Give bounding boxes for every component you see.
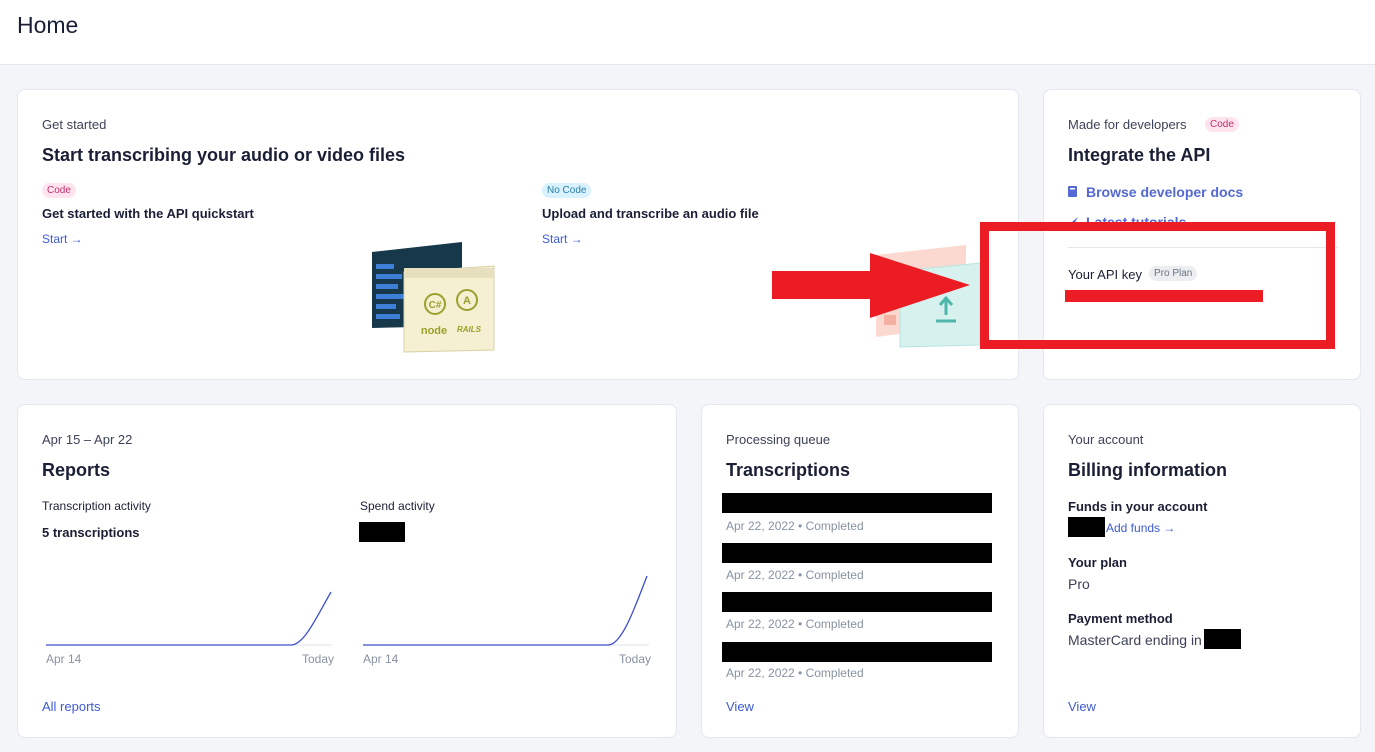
spend-chart-start: Apr 14 — [363, 652, 399, 666]
code-frameworks-illustration: C# A node RAILS — [372, 242, 495, 353]
upload-audio-start-link[interactable]: Start → — [542, 232, 583, 246]
reports-title: Reports — [42, 460, 111, 480]
transcription-count: 5 transcriptions — [42, 525, 140, 540]
developers-title: Integrate the API — [1068, 145, 1211, 165]
developers-eyebrow: Made for developers — [1068, 117, 1187, 132]
queue-eyebrow: Processing queue — [726, 432, 831, 447]
spend-activity-label: Spend activity — [360, 499, 435, 513]
reports-card: Apr 15 – Apr 22 Reports Transcription ac… — [17, 404, 677, 738]
transcription-chart-start: Apr 14 — [46, 652, 82, 666]
get-started-title: Start transcribing your audio or video f… — [42, 145, 406, 165]
developers-divider — [1068, 247, 1338, 248]
account-view-link[interactable]: View — [1068, 699, 1096, 714]
developers-card: Made for developers Code Integrate the A… — [1043, 89, 1361, 380]
spend-activity-chart — [363, 575, 649, 646]
queue-item-name-redaction — [722, 493, 992, 513]
api-key-redaction — [1065, 290, 1263, 302]
api-quickstart-start-link[interactable]: Start → — [42, 232, 83, 246]
browse-developer-docs-link[interactable]: Browse developer docs — [1086, 184, 1243, 200]
funds-label: Funds in your account — [1068, 499, 1208, 514]
add-funds-link[interactable]: Add funds → — [1106, 521, 1175, 535]
account-card: Your account Billing information Funds i… — [1043, 404, 1361, 738]
queue-item-name-redaction — [722, 642, 992, 662]
upload-illustration — [876, 245, 980, 348]
illustration-label: RAILS — [457, 325, 482, 334]
payment-method-value: MasterCard ending in — [1068, 632, 1202, 648]
upload-audio-title: Upload and transcribe an audio file — [542, 206, 759, 221]
latest-tutorials-link[interactable]: Latest tutorials — [1086, 214, 1186, 230]
developers-code-badge: Code — [1205, 117, 1239, 132]
queue-item-name-redaction — [722, 592, 992, 612]
book-icon — [1068, 186, 1077, 197]
transcription-chart-end: Today — [302, 652, 335, 666]
queue-card: Processing queue Transcriptions Apr 22, … — [701, 404, 1019, 738]
page-title: Home — [17, 12, 79, 38]
queue-item-status: Apr 22, 2022 • Completed — [726, 568, 864, 582]
spend-amount-redaction — [359, 522, 405, 542]
get-started-card: Get started Start transcribing your audi… — [17, 89, 1019, 380]
spend-chart-end: Today — [619, 652, 652, 666]
queue-item-status: Apr 22, 2022 • Completed — [726, 617, 864, 631]
plan-value: Pro — [1068, 576, 1090, 592]
transcription-activity-label: Transcription activity — [42, 499, 151, 513]
reports-eyebrow: Apr 15 – Apr 22 — [42, 432, 133, 447]
card-digits-redaction — [1204, 629, 1241, 649]
plan-badge: Pro Plan — [1149, 266, 1198, 281]
payment-method-label: Payment method — [1068, 611, 1173, 626]
top-bar: Home — [0, 0, 1375, 65]
queue-item-status: Apr 22, 2022 • Completed — [726, 666, 864, 680]
queue-item-name-redaction — [722, 543, 992, 563]
account-title: Billing information — [1068, 460, 1227, 480]
transcription-activity-chart — [46, 591, 332, 646]
illustration-label: C# — [429, 300, 442, 311]
rocket-icon — [1069, 217, 1078, 227]
account-eyebrow: Your account — [1068, 432, 1144, 447]
api-quickstart-title: Get started with the API quickstart — [42, 206, 254, 221]
all-reports-link[interactable]: All reports — [42, 699, 101, 714]
code-badge: Code — [42, 183, 76, 198]
plan-label: Your plan — [1068, 555, 1127, 570]
queue-title: Transcriptions — [726, 460, 851, 480]
illustration-label: A — [463, 295, 471, 307]
no-code-badge: No Code — [542, 183, 592, 198]
get-started-eyebrow: Get started — [42, 117, 107, 132]
funds-amount-redaction — [1068, 517, 1105, 537]
api-key-label: Your API key — [1068, 267, 1142, 282]
queue-view-link[interactable]: View — [726, 699, 754, 714]
queue-item-status: Apr 22, 2022 • Completed — [726, 519, 864, 533]
illustration-label: node — [421, 325, 447, 337]
